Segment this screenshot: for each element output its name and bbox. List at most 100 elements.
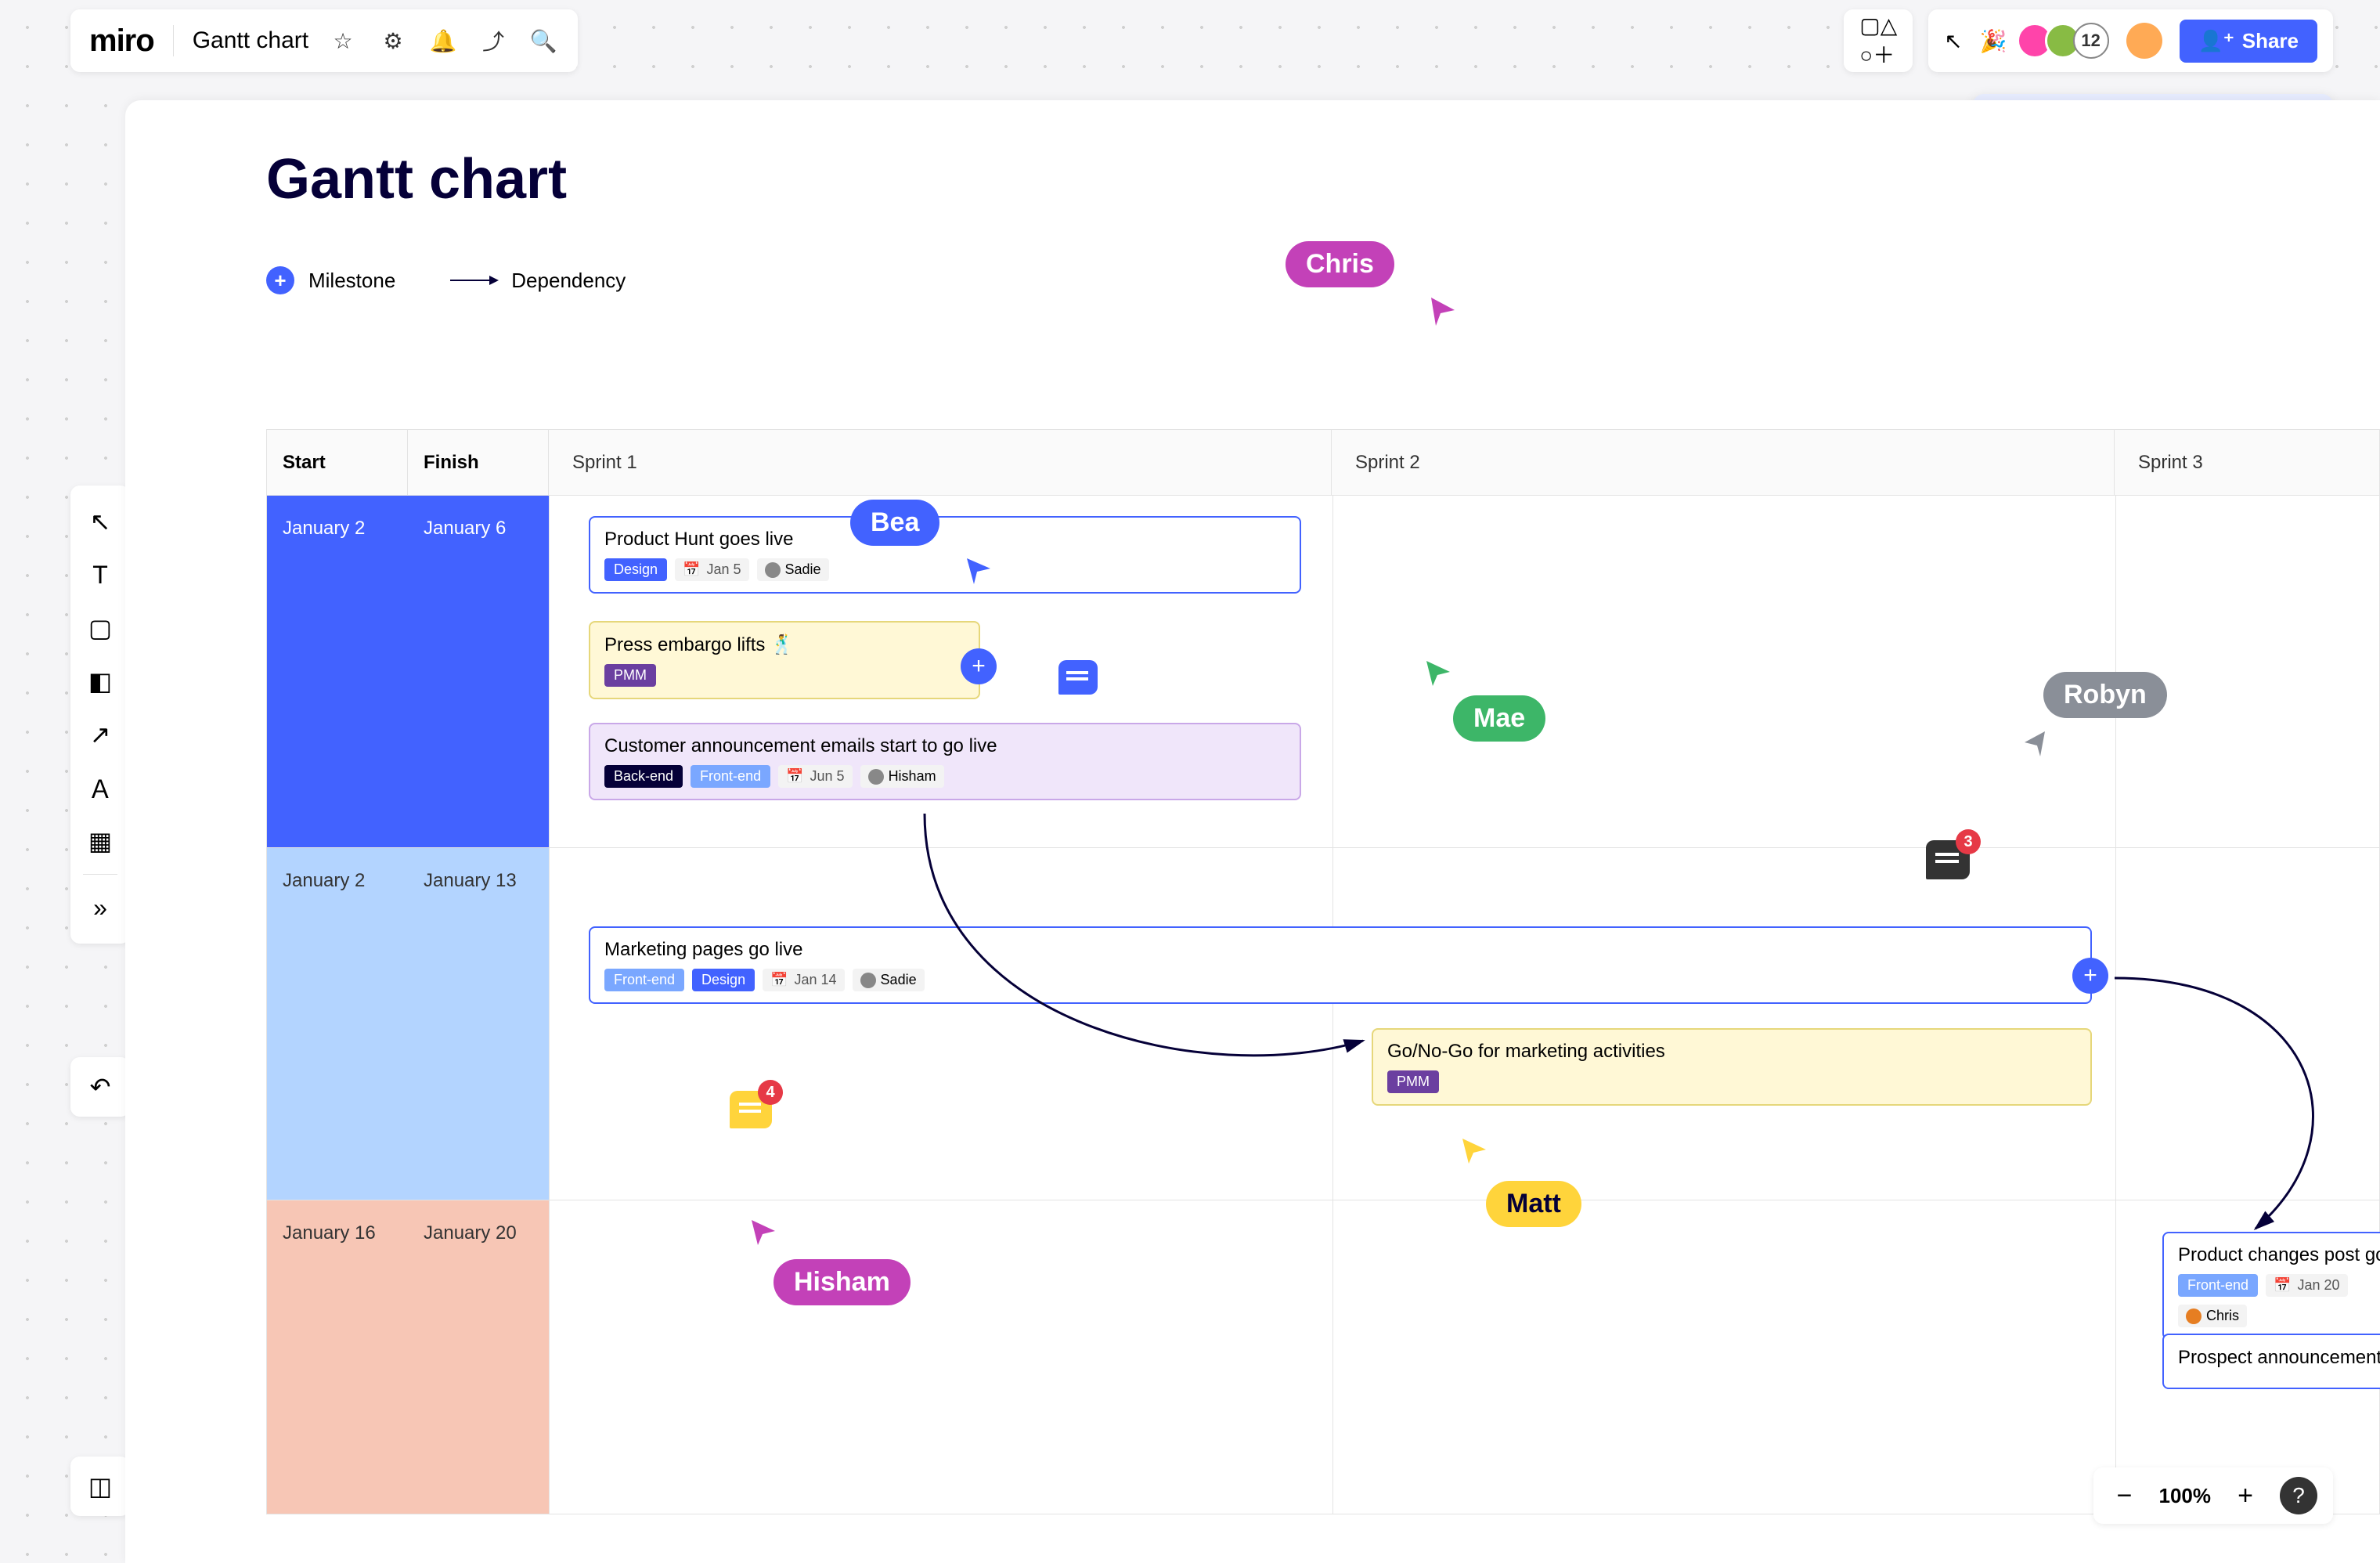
pen-tool[interactable]: Ａ [77, 764, 124, 811]
milestone-add-button[interactable]: + [961, 648, 997, 684]
task-date: 📅 Jan 14 [763, 969, 844, 991]
shape-tool[interactable]: ◧ [77, 658, 124, 705]
comment-icon[interactable]: 3 [1926, 840, 1970, 879]
row-start: January 2 [267, 496, 408, 847]
cursor-icon [2020, 727, 2051, 758]
row-start: January 2 [267, 848, 408, 1200]
bell-icon[interactable]: 🔔 [427, 25, 459, 56]
task-title: Customer announcement emails start to go… [604, 735, 1286, 757]
zoom-in-button[interactable]: + [2230, 1481, 2261, 1511]
person-add-icon: 👤⁺ [2198, 29, 2234, 53]
cursor-icon [963, 554, 994, 586]
sticky-tool[interactable]: ▢ [77, 605, 124, 652]
task-card[interactable]: Go/No-Go for marketing activities PMM [1372, 1028, 2092, 1106]
task-date: 📅 Jan 5 [675, 558, 748, 581]
task-card[interactable]: Press embargo lifts 🕺 PMM [589, 621, 980, 699]
frame-tool[interactable]: ▦ [77, 818, 124, 865]
task-assignee: Hisham [860, 765, 944, 788]
task-assignee: Sadie [853, 969, 925, 991]
more-tools[interactable]: » [77, 884, 124, 931]
presentation-tools: ↖ 🎉 12 👤⁺ Share [1928, 9, 2333, 72]
zoom-out-button[interactable]: − [2109, 1481, 2140, 1511]
gantt-row: January 2 January 13 Marketing pages go … [267, 848, 2379, 1200]
comment-icon[interactable]: 4 [730, 1091, 772, 1128]
comment-count-badge: 4 [758, 1080, 783, 1105]
row-finish: January 20 [408, 1200, 549, 1514]
milestone-add-button[interactable]: + [2072, 958, 2108, 994]
task-card[interactable]: Prospect announcement 👋 [2162, 1334, 2380, 1389]
tag-backend: Back-end [604, 765, 683, 788]
row-start: January 16 [267, 1200, 408, 1514]
tag-design: Design [604, 558, 667, 581]
cursor-pill-mae: Mae [1453, 695, 1545, 742]
task-card[interactable]: Product changes post goes Front-end 📅 Ja… [2162, 1232, 2380, 1340]
reactions-icon[interactable]: 🎉 [1980, 28, 2007, 54]
apps-button[interactable]: ▢△○＋ [1844, 9, 1913, 72]
cursor-icon [1425, 294, 1459, 329]
current-user-avatar[interactable] [2126, 23, 2162, 59]
cursor-pill-robyn: Robyn [2043, 672, 2167, 718]
task-date: 📅 Jun 5 [778, 765, 852, 788]
col-finish: Finish [408, 430, 549, 495]
cursor-pill-bea: Bea [850, 500, 939, 546]
col-sprint-3: Sprint 3 [2115, 430, 2379, 495]
separator [83, 874, 117, 875]
board-title[interactable]: Gantt chart [193, 27, 308, 54]
left-toolbar: ↖ T ▢ ◧ ↗ Ａ ▦ » [70, 486, 130, 944]
comment-icon[interactable] [1058, 660, 1098, 695]
cursor-icon [747, 1215, 778, 1247]
top-right-cluster: ▢△○＋ ↖ 🎉 12 👤⁺ Share [1844, 9, 2333, 72]
task-card[interactable]: Customer announcement emails start to go… [589, 723, 1301, 800]
tag-frontend: Front-end [604, 969, 684, 991]
tag-frontend: Front-end [691, 765, 770, 788]
avatar-overflow-count[interactable]: 12 [2073, 23, 2109, 59]
task-title: Prospect announcement 👋 [2178, 1346, 2380, 1369]
legend-milestone-label: Milestone [308, 269, 395, 293]
share-button[interactable]: 👤⁺ Share [2180, 20, 2317, 63]
task-title: Press embargo lifts 🕺 [604, 634, 965, 656]
cursor-mode-icon[interactable]: ↖ [1944, 28, 1962, 54]
gantt-header: Start Finish Sprint 1 Sprint 2 Sprint 3 [267, 430, 2379, 496]
select-tool[interactable]: ↖ [77, 498, 124, 545]
task-title: Product Hunt goes live [604, 529, 1286, 550]
canvas-board[interactable]: Gantt chart + Milestone Dependency Start… [125, 100, 2380, 1563]
cursor-pill-hisham: Hisham [774, 1259, 911, 1305]
app-logo[interactable]: miro [89, 23, 154, 59]
row-body[interactable]: Product changes post goes Front-end 📅 Ja… [549, 1200, 2379, 1514]
share-label: Share [2242, 29, 2299, 53]
collaborator-avatars[interactable]: 12 [2025, 23, 2109, 59]
col-sprint-1: Sprint 1 [549, 430, 1332, 495]
search-icon[interactable]: 🔍 [528, 25, 559, 56]
apps-icon: ▢△○＋ [1859, 13, 1897, 70]
export-icon[interactable]: ⤴ [478, 25, 509, 56]
cursor-icon [1422, 656, 1453, 688]
row-finish: January 13 [408, 848, 549, 1200]
legend-dependency: Dependency [450, 269, 626, 293]
top-toolbar: miro Gantt chart ☆ ⚙ 🔔 ⤴ 🔍 [70, 9, 578, 72]
zoom-value[interactable]: 100% [2159, 1484, 2212, 1508]
tag-design: Design [692, 969, 755, 991]
tag-pmm: PMM [1387, 1070, 1439, 1093]
settings-icon[interactable]: ⚙ [377, 25, 409, 56]
help-button[interactable]: ? [2280, 1477, 2317, 1514]
page-title: Gantt chart [266, 147, 2380, 211]
cursor-icon [1458, 1134, 1489, 1165]
tag-pmm: PMM [604, 664, 656, 687]
text-tool[interactable]: T [77, 551, 124, 598]
star-icon[interactable]: ☆ [327, 25, 359, 56]
task-title: Go/No-Go for marketing activities [1387, 1041, 2076, 1063]
gantt-row: January 16 January 20 Product changes po… [267, 1200, 2379, 1514]
task-assignee: Chris [2178, 1305, 2247, 1327]
gantt-table: Start Finish Sprint 1 Sprint 2 Sprint 3 … [266, 429, 2380, 1514]
line-tool[interactable]: ↗ [77, 711, 124, 758]
legend-milestone: + Milestone [266, 266, 395, 294]
col-sprint-2: Sprint 2 [1332, 430, 2115, 495]
task-date: 📅 Jan 20 [2266, 1274, 2347, 1297]
col-start: Start [267, 430, 408, 495]
task-card[interactable]: Product Hunt goes live Design 📅 Jan 5 Sa… [589, 516, 1301, 594]
task-card[interactable]: Marketing pages go live Front-end Design… [589, 926, 2092, 1004]
sidebar-toggle[interactable]: ◫ [70, 1457, 130, 1516]
undo-button[interactable]: ↶ [70, 1057, 130, 1117]
task-title: Marketing pages go live [604, 939, 2076, 961]
divider [173, 25, 174, 56]
